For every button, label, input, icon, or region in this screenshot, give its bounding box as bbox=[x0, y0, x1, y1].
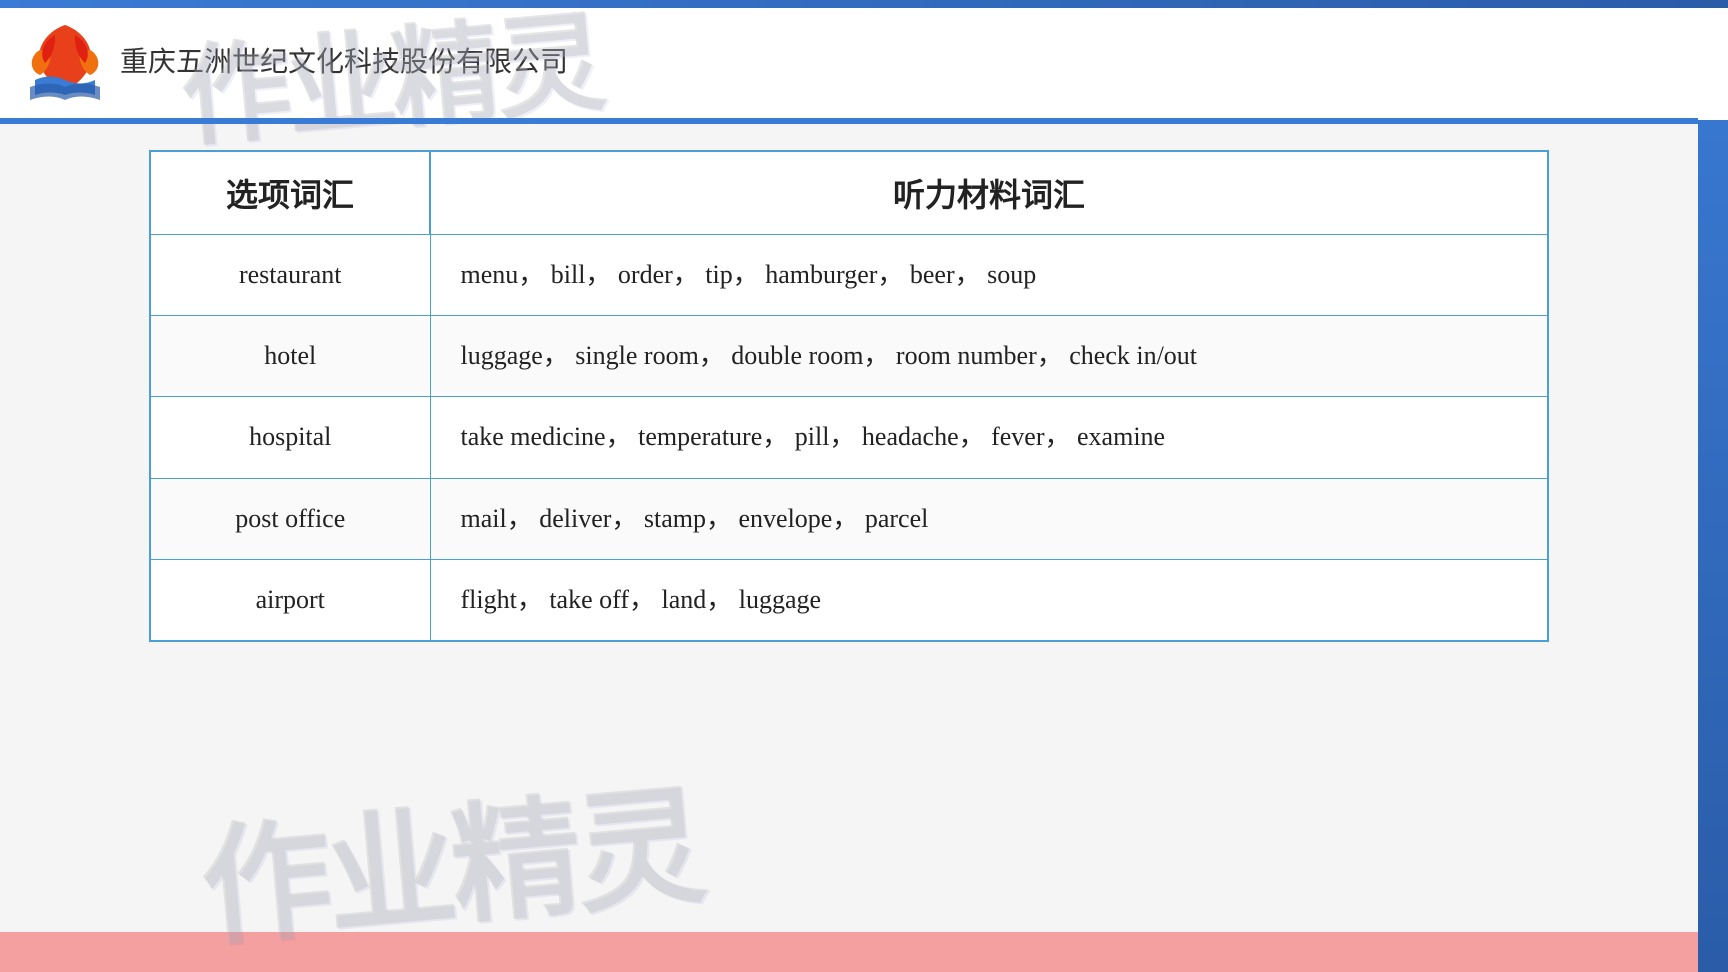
category-cell: hotel bbox=[150, 316, 430, 397]
category-cell: airport bbox=[150, 559, 430, 641]
main-content: 选项词汇 听力材料词汇 restaurantmenu， bill， order，… bbox=[0, 120, 1698, 972]
vocabulary-cell: luggage， single room， double room， room … bbox=[430, 316, 1548, 397]
company-logo bbox=[20, 15, 110, 105]
table-row: restaurantmenu， bill， order， tip， hambur… bbox=[150, 235, 1548, 316]
category-cell: post office bbox=[150, 478, 430, 559]
category-cell: hospital bbox=[150, 397, 430, 478]
vocabulary-table: 选项词汇 听力材料词汇 restaurantmenu， bill， order，… bbox=[149, 150, 1549, 642]
col1-header: 选项词汇 bbox=[150, 151, 430, 235]
table-row: post officemail， deliver， stamp， envelop… bbox=[150, 478, 1548, 559]
table-row: hospitaltake medicine， temperature， pill… bbox=[150, 397, 1548, 478]
table-row: hotelluggage， single room， double room， … bbox=[150, 316, 1548, 397]
header-bottom-strip bbox=[0, 118, 1698, 124]
company-name-text: 重庆五洲世纪文化科技股份有限公司 bbox=[120, 40, 568, 80]
table-row: airportflight， take off， land， luggage bbox=[150, 559, 1548, 641]
vocabulary-cell: mail， deliver， stamp， envelope， parcel bbox=[430, 478, 1548, 559]
vocabulary-cell: flight， take off， land， luggage bbox=[430, 559, 1548, 641]
right-sidebar-bar bbox=[1698, 0, 1728, 972]
category-cell: restaurant bbox=[150, 235, 430, 316]
col2-header: 听力材料词汇 bbox=[430, 151, 1548, 235]
table-header-row: 选项词汇 听力材料词汇 bbox=[150, 151, 1548, 235]
vocabulary-cell: take medicine， temperature， pill， headac… bbox=[430, 397, 1548, 478]
header: 重庆五洲世纪文化科技股份有限公司 作业精灵 bbox=[0, 0, 1728, 120]
header-top-strip bbox=[0, 0, 1728, 8]
vocabulary-cell: menu， bill， order， tip， hamburger， beer，… bbox=[430, 235, 1548, 316]
bottom-bar bbox=[0, 932, 1698, 972]
